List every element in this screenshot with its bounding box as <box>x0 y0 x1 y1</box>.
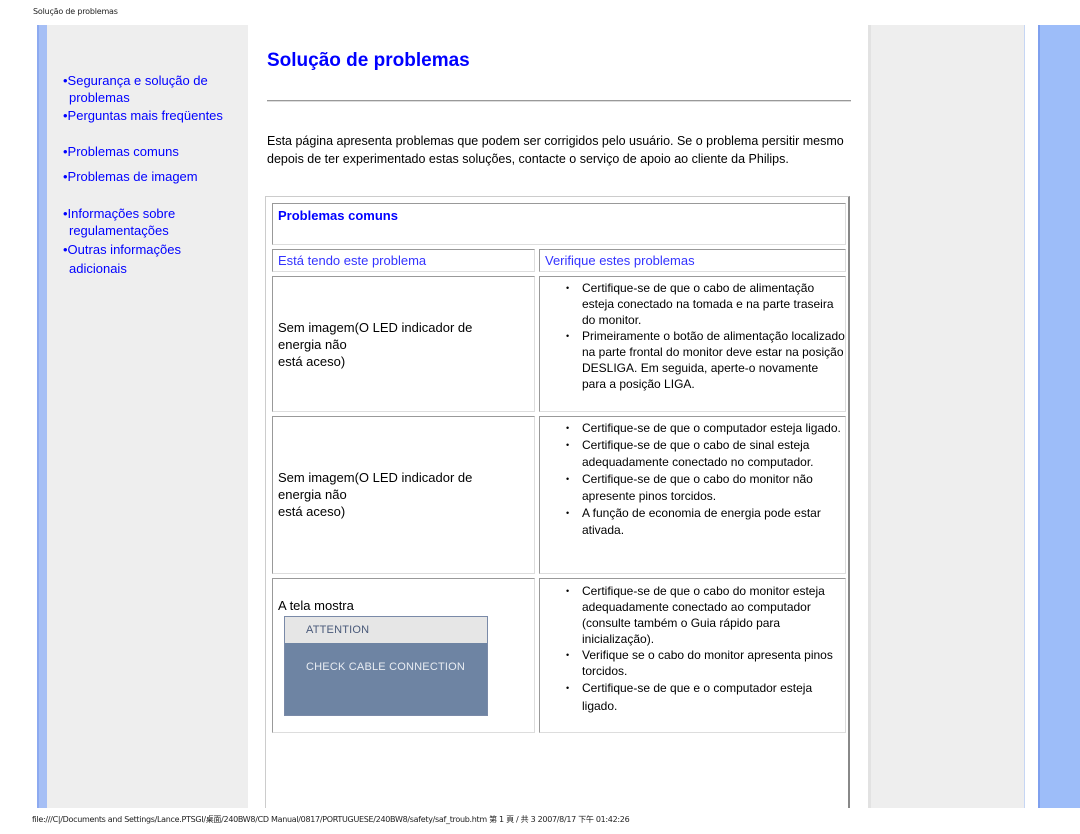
problem-line: Sem imagem(O LED indicador de <box>278 320 473 335</box>
check-item: Primeiramente o botão de alimentação loc… <box>566 328 845 392</box>
problem-text: A tela mostra <box>278 598 354 613</box>
problems-table: Problemas comuns Está tendo este problem… <box>265 196 850 808</box>
table-row-problem: Sem imagem(O LED indicador de energia nã… <box>272 276 535 412</box>
column-header-label: Verifique estes problemas <box>545 253 695 268</box>
column-header-problem: Está tendo este problema <box>272 249 535 272</box>
print-footer-path: file:///C|/Documents and Settings/Lance.… <box>32 815 630 824</box>
osd-message: CHECK CABLE CONNECTION <box>285 643 487 715</box>
sidebar-item-label: adicionais <box>69 261 127 276</box>
sidebar-item-label: •Problemas comuns <box>63 144 179 159</box>
sidebar-item-label: problemas <box>69 90 130 105</box>
column-header-check: Verifique estes problemas <box>539 249 846 272</box>
right-accent-bar <box>1038 25 1080 808</box>
check-item: Verifique se o cabo do monitor apresenta… <box>566 647 845 679</box>
table-row-problem: Sem imagem(O LED indicador de energia nã… <box>272 416 535 574</box>
left-accent-bar <box>37 25 47 808</box>
sidebar-item-other-info[interactable]: •Outras informações adicionais <box>63 240 181 278</box>
right-divider-line <box>1024 25 1025 808</box>
column-header-label: Está tendo este problema <box>278 253 427 268</box>
check-item: Certifique-se de que o cabo do monitor e… <box>566 583 845 647</box>
check-item: Certifique-se de que o computador esteja… <box>566 420 845 437</box>
sidebar-item-common-problems[interactable]: •Problemas comuns <box>63 143 179 160</box>
check-item: A função de economia de energia pode est… <box>566 505 845 539</box>
problem-line: energia não <box>278 337 347 352</box>
check-item: Certifique-se de que o cabo de alimentaç… <box>566 280 845 328</box>
sidebar-item-safety-troubleshooting[interactable]: •Segurança e solução de problemas <box>63 72 208 106</box>
sidebar-item-label: •Informações sobre <box>63 206 176 221</box>
check-item: Certifique-se de que o cabo do monitor n… <box>566 471 845 505</box>
osd-header: ATTENTION <box>285 617 487 643</box>
print-header-title: Solução de problemas <box>33 7 118 16</box>
table-row-checks: Certifique-se de que o computador esteja… <box>539 416 846 574</box>
problem-line: energia não <box>278 487 347 502</box>
check-item: Certifique-se de que o cabo de sinal est… <box>566 437 845 471</box>
check-list: Certifique-se de que o cabo de alimentaç… <box>540 277 845 392</box>
sidebar-item-label: •Segurança e solução de <box>63 73 208 88</box>
problem-line: está aceso) <box>278 354 346 369</box>
check-list: Certifique-se de que o computador esteja… <box>540 417 845 539</box>
sidebar-item-label: •Perguntas mais freqüentes <box>63 108 223 123</box>
sidebar-item-label: •Problemas de imagem <box>63 169 198 184</box>
table-row-checks: Certifique-se de que o cabo do monitor e… <box>539 578 846 733</box>
section-title: Problemas comuns <box>278 208 398 223</box>
section-header-cell: Problemas comuns <box>272 203 846 245</box>
check-list: Certifique-se de que o cabo do monitor e… <box>540 579 845 715</box>
sidebar-nav: •Segurança e solução de problemas •Pergu… <box>47 25 248 808</box>
check-item-text: Primeiramente o botão de alimentação loc… <box>582 329 845 391</box>
table-row-problem: A tela mostra ATTENTION CHECK CABLE CONN… <box>272 578 535 733</box>
check-item: Certifique-se de que e o computador este… <box>566 679 845 715</box>
divider <box>267 100 851 102</box>
sidebar-item-image-problems[interactable]: •Problemas de imagem <box>63 168 198 185</box>
problem-text: Sem imagem(O LED indicador de energia nã… <box>273 277 534 370</box>
intro-paragraph: Esta página apresenta problemas que pode… <box>267 134 844 166</box>
page-title: Solução de problemas <box>267 50 470 71</box>
sidebar-item-faq[interactable]: •Perguntas mais freqüentes <box>63 107 223 124</box>
sidebar-item-label: •Outras informações <box>63 242 181 257</box>
sidebar-item-label: regulamentações <box>69 223 169 238</box>
table-row-checks: Certifique-se de que o cabo de alimentaç… <box>539 276 846 412</box>
problem-line: está aceso) <box>278 504 346 519</box>
right-gray-panel <box>868 25 1025 808</box>
osd-screenshot: ATTENTION CHECK CABLE CONNECTION <box>284 616 488 716</box>
sidebar-item-regulatory-info[interactable]: •Informações sobre regulamentações <box>63 205 175 239</box>
problem-text: Sem imagem(O LED indicador de energia nã… <box>273 417 534 520</box>
problem-line: Sem imagem(O LED indicador de <box>278 470 473 485</box>
